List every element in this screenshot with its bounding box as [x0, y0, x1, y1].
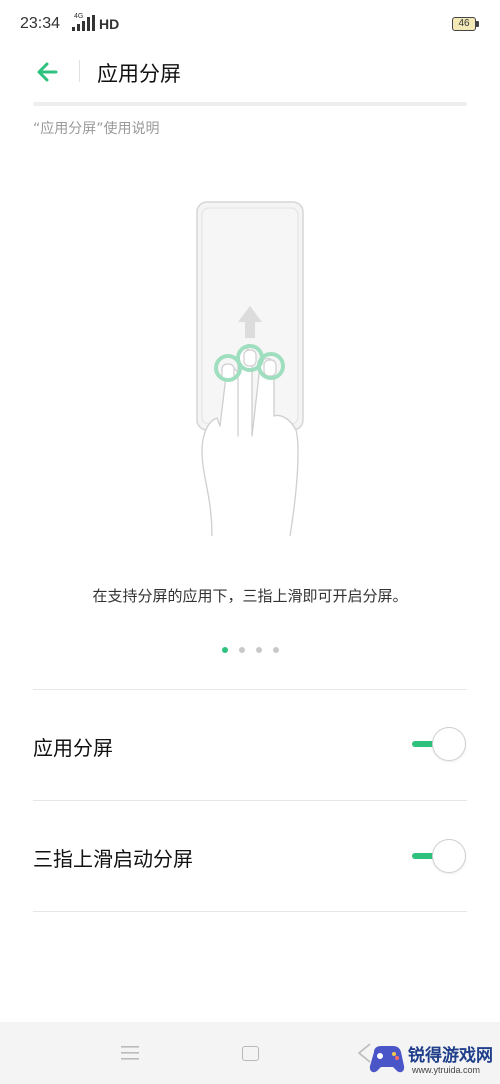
toggle-knob [432, 727, 466, 761]
setting-label: 应用分屏 [33, 736, 113, 760]
menu-icon[interactable] [120, 1045, 140, 1061]
header-divider [79, 60, 80, 82]
arrow-left-icon [37, 62, 58, 82]
pager-dot-2[interactable] [239, 647, 245, 653]
header-underline [33, 102, 467, 106]
gamepad-logo-icon [369, 1046, 405, 1073]
setting-row-app-split-screen[interactable]: 应用分屏 [0, 690, 500, 800]
pager-dot-1[interactable] [222, 647, 228, 653]
app-split-screen-toggle[interactable] [412, 727, 468, 761]
status-bar: 23:34 4G HD 46 [0, 0, 500, 48]
watermark-title: 锐得游戏网 [408, 1046, 493, 1066]
three-finger-swipe-toggle[interactable] [412, 839, 468, 873]
home-icon[interactable] [242, 1046, 259, 1061]
hd-indicator: HD [99, 16, 120, 32]
status-time: 23:34 [20, 15, 61, 32]
pager-dot-4[interactable] [273, 647, 279, 653]
back-button[interactable] [30, 54, 66, 90]
divider [33, 911, 467, 912]
battery-cap [476, 21, 479, 27]
toggle-knob [432, 839, 466, 873]
three-finger-swipe-up-illustration [196, 201, 304, 537]
battery-icon: 46 [452, 17, 476, 31]
watermark: 锐得游戏网 www.ytruida.com [368, 1040, 500, 1084]
battery-level: 46 [458, 18, 470, 29]
page-title: 应用分屏 [97, 62, 181, 86]
setting-row-three-finger-swipe[interactable]: 三指上滑启动分屏 [0, 801, 500, 911]
pager-dot-3[interactable] [256, 647, 262, 653]
guide-pager [218, 647, 282, 655]
guide-instruction: 在支持分屏的应用下，三指上滑即可开启分屏。 [92, 587, 408, 605]
watermark-url: www.ytruida.com [412, 1065, 481, 1075]
app-header: 应用分屏 [0, 48, 500, 98]
setting-label: 三指上滑启动分屏 [33, 847, 193, 871]
signal-icon [72, 15, 95, 31]
guide-caption: “应用分屏”使用说明 [33, 121, 160, 137]
